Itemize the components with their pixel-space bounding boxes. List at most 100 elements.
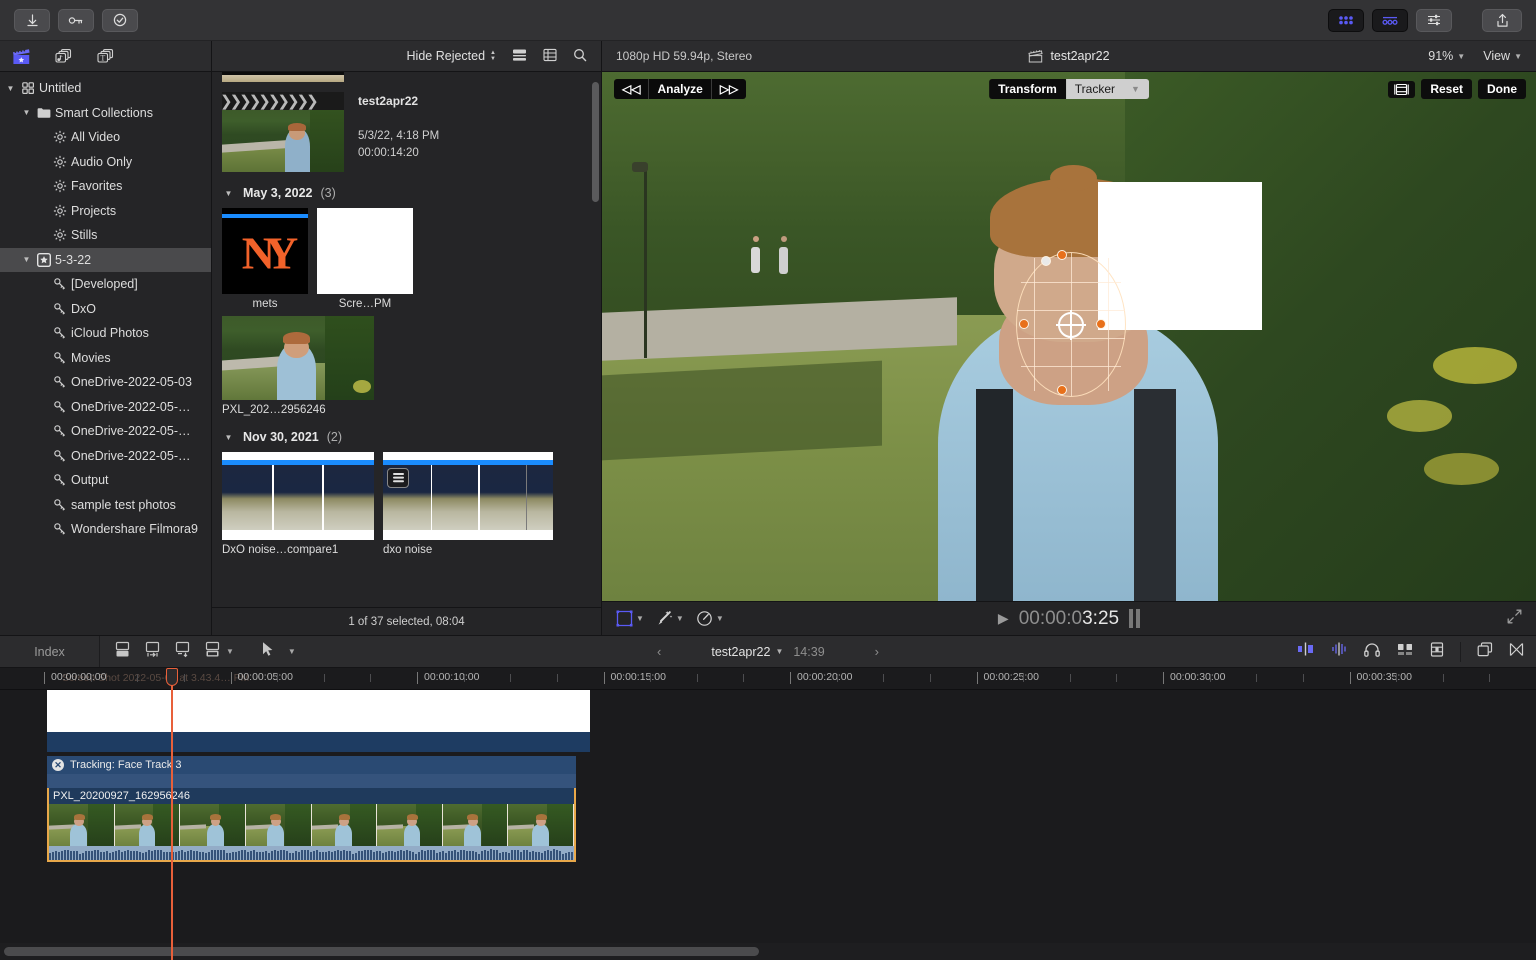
timeline-ruler-tick: 00:00:30:00 [1170,671,1225,683]
timeline-ruler-tick: 00:00:25:00 [984,671,1039,683]
timeline-ruler-minor-tick [557,674,558,682]
sidebar-item-label: Favorites [71,179,122,193]
clip-thumbnail[interactable]: ❯❯❯❯❯❯❯❯❯❯ [222,92,344,172]
sidebar-item-onedrive-2022-05-03[interactable]: ▼OneDrive-2022-05-03 [0,370,211,395]
tracker-right-handle[interactable] [1096,319,1106,329]
sidebar-item-all-video[interactable]: ▼All Video [0,125,211,150]
disclosure-triangle-icon[interactable]: ▼ [4,84,17,93]
clip-browser[interactable]: ❯❯❯❯❯❯❯❯❯❯ [212,72,601,607]
share-button[interactable] [1482,9,1522,32]
timeline-ruler-minor-tick [743,674,744,682]
timeline[interactable]: Screen Shot 2022-05-03 at 3.43.4… PM 00:… [0,668,1536,960]
tracking-lane[interactable] [47,774,576,788]
sidebar-item-stills[interactable]: ▼Stills [0,223,211,248]
fullscreen-button[interactable] [1507,609,1522,629]
sidebar-item-library[interactable]: ▼ Untitled [0,76,211,101]
close-icon[interactable]: ✕ [52,759,64,771]
tracker-popup[interactable]: Tracker ▼ [1066,79,1149,99]
retime-tool-button[interactable]: ▼ [696,610,724,627]
reset-button[interactable]: Reset [1421,79,1472,99]
sidebar-item-5-3-22[interactable]: ▼5-3-22 [0,248,211,273]
done-button[interactable]: Done [1478,79,1526,99]
sidebar-item-onedrive-2022-05[interactable]: ▼OneDrive-2022-05-… [0,444,211,469]
browser-tile-dxo-compare[interactable]: DxO noise…compare1 [222,452,374,556]
import-media-button[interactable] [14,9,50,32]
sidebar-item-label: Wondershare Filmora9 [71,522,198,536]
browser-tile-mets[interactable]: NY mets [222,208,308,310]
sidebar-item-icloud-photos[interactable]: ▼iCloud Photos [0,321,211,346]
timeline-clip-selected[interactable]: PXL_20200927_162956246 [47,788,576,862]
sidebar-item-wondershare-filmora9[interactable]: ▼Wondershare Filmora9 [0,517,211,542]
viewer-canvas[interactable]: ◁◁ Analyze ▷▷ Transform Tracker ▼ Reset [602,72,1536,601]
playhead-handle[interactable] [166,668,178,686]
timeline-project-popup[interactable]: test2apr22 ▼ [711,645,783,659]
browser-tile-pxl[interactable]: PXL_202…2956246 [222,316,374,416]
previous-project-button[interactable]: ‹ [617,644,701,659]
search-icon[interactable] [573,48,587,65]
sidebar-item-developed[interactable]: ▼[Developed] [0,272,211,297]
tracker-top-handle[interactable] [1057,250,1067,260]
keyword-editor-button[interactable] [58,9,94,32]
viewer-view-popup[interactable]: View ▼ [1483,49,1522,63]
analyze-button[interactable] [102,9,138,32]
next-project-button[interactable]: › [835,644,919,659]
face-tracker-overlay[interactable] [1016,252,1126,397]
sidebar-item-output[interactable]: ▼Output [0,468,211,493]
disclosure-triangle-icon[interactable]: ▼ [222,189,235,198]
media-browser-icon[interactable] [10,46,32,66]
timeline-ruler[interactable]: Screen Shot 2022-05-03 at 3.43.4… PM 00:… [0,668,1536,690]
tracker-center-handle[interactable] [1058,312,1084,338]
tracking-banner[interactable]: ✕ Tracking: Face Track 3 [47,756,576,774]
disclosure-triangle-icon[interactable]: ▼ [20,108,33,117]
tracker-left-handle[interactable] [1019,319,1029,329]
transform-tab[interactable]: Transform [989,79,1066,99]
sidebar-item-onedrive-2022-05[interactable]: ▼OneDrive-2022-05-… [0,395,211,420]
timeline-horizontal-scrollbar[interactable] [4,947,759,956]
transitions-browser-button[interactable] [1372,9,1408,32]
browser-tile-dxo-noise[interactable]: dxo noise [383,452,553,556]
browser-tile-screenshot[interactable]: Scre…PM [317,208,413,310]
sidebar-item-projects[interactable]: ▼Projects [0,199,211,224]
tracker-grid-line [1021,366,1121,367]
music-browser-icon[interactable] [52,46,74,66]
filter-popup[interactable]: Hide Rejected ▲▼ [407,49,496,63]
playhead[interactable] [171,668,173,960]
sidebar-item-sample-test-photos[interactable]: ▼sample test photos [0,493,211,518]
tracker-bottom-handle[interactable] [1057,385,1067,395]
analyze-button[interactable]: Analyze [649,79,711,99]
filmstrip-cell [49,804,115,846]
sidebar-item-favorites[interactable]: ▼Favorites [0,174,211,199]
browser-toolbar-right: Hide Rejected ▲▼ [212,41,601,72]
play-icon[interactable]: ▶ [998,610,1009,627]
sidebar-item-smart-collections[interactable]: ▼ Smart Collections [0,101,211,126]
disclosure-triangle-icon[interactable]: ▼ [20,255,33,264]
tracker-rotate-handle[interactable] [1041,256,1051,266]
onscreen-controls-icon[interactable] [1388,81,1415,98]
viewer-zoom-popup[interactable]: 91% ▼ [1428,49,1465,63]
browser-scrollbar[interactable] [592,82,599,202]
timeline-clip-screenshot-audio[interactable] [47,732,590,752]
list-view-icon[interactable] [543,48,557,65]
timeline-clip-screenshot[interactable] [47,690,590,732]
browser-group-header-0[interactable]: ▼ May 3, 2022 (3) [222,186,591,200]
sidebar-item-audio-only[interactable]: ▼Audio Only [0,150,211,175]
prev-keyframe-button[interactable]: ◁◁ [614,79,649,99]
pause-icon[interactable] [1129,609,1140,628]
enhancements-tool-button[interactable]: ▼ [656,610,684,627]
sidebar-item-movies[interactable]: ▼Movies [0,346,211,371]
effects-browser-button[interactable] [1328,9,1364,32]
next-keyframe-button[interactable]: ▷▷ [712,79,746,99]
sidebar-item-dxo[interactable]: ▼DxO [0,297,211,322]
sidebar-item-onedrive-2022-05[interactable]: ▼OneDrive-2022-05-… [0,419,211,444]
browser-clip-featured[interactable]: ❯❯❯❯❯❯❯❯❯❯ [222,92,591,172]
titles-browser-icon[interactable]: T [94,46,116,66]
sidebar-item-label: Smart Collections [55,106,153,120]
disclosure-triangle-icon[interactable]: ▼ [222,433,235,442]
viewer-timecode[interactable]: 00:00:03:25 [1019,608,1119,630]
transform-tool-button[interactable]: ▼ [616,610,644,627]
inspector-button[interactable] [1416,9,1452,32]
filmstrip-view-icon[interactable] [512,48,527,65]
browser-group-header-1[interactable]: ▼ Nov 30, 2021 (2) [222,430,591,444]
sidebar-item-label: OneDrive-2022-05-… [71,400,191,414]
library-sidebar[interactable]: ▼ Untitled ▼Smart Collections▼All Video▼… [0,72,211,635]
